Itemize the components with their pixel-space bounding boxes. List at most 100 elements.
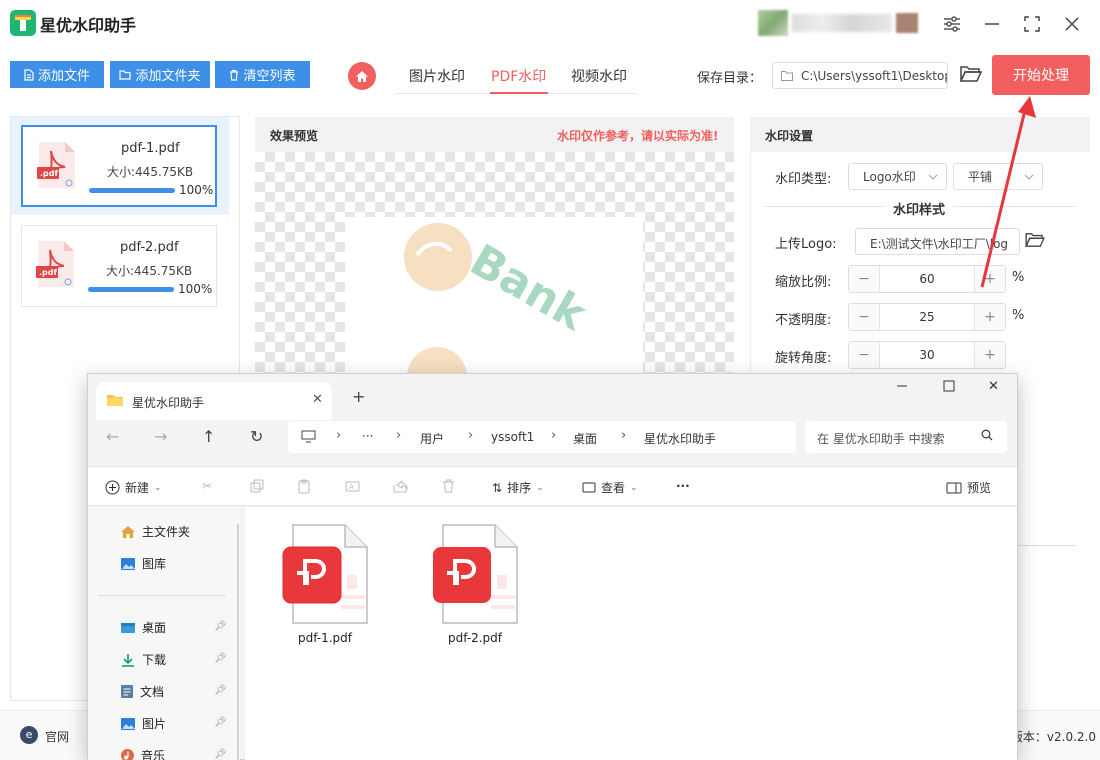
explorer-file-item[interactable]: pdf-1.pdf [277,521,373,645]
browse-folder-icon[interactable] [960,65,982,83]
maximize-icon[interactable] [1020,12,1044,36]
scale-label: 缩放比例: [775,275,832,290]
clear-list-button[interactable]: 清空列表 [215,61,310,88]
copy-icon[interactable] [250,479,264,493]
watermark-text: Bank [462,235,596,342]
sort-button[interactable]: ⇅ 排序 ⌄ [492,479,544,496]
nav-documents[interactable]: 文档 [120,683,164,700]
minimize-icon[interactable] [896,380,908,392]
add-folder-label: 添加文件夹 [135,69,201,84]
nav-gallery[interactable]: 图库 [120,555,166,572]
new-label: 新建 [125,481,150,495]
progress-bar [88,287,174,292]
rotation-increment[interactable]: + [975,342,1005,368]
progress-fill [88,287,174,292]
preview-pane-button[interactable]: 预览 [946,479,991,496]
nav-gallery-label: 图库 [142,557,167,571]
pin-icon: 📌︎ [214,749,227,760]
settings-sliders-icon[interactable] [940,12,964,36]
share-icon[interactable] [393,479,408,493]
file-name: pdf-1.pdf [121,141,180,156]
search-input[interactable]: 在 星优水印助手 中搜索 [805,421,1007,453]
document-icon [120,684,134,699]
plus-circle-icon [105,480,120,495]
opacity-stepper[interactable]: − 25 + [848,303,1006,331]
chevron-right-icon: › [621,428,627,443]
explorer-file-name: pdf-2.pdf [447,631,503,645]
annotation-arrow [970,92,1040,292]
pdf-file-icon: .pdf [36,240,76,288]
forward-arrow-icon[interactable]: → [154,427,167,446]
save-dir-value: C:\Users\yssoft1\Desktop [801,68,948,83]
rotation-value[interactable]: 30 [879,342,975,368]
breadcrumb-more[interactable]: ··· [362,429,373,443]
start-process-button[interactable]: 开始处理 [992,55,1090,95]
settings-divider [1018,545,1076,546]
home-button[interactable] [348,62,376,90]
pin-icon: 📌︎ [214,717,227,728]
minimize-icon[interactable] [980,12,1004,36]
nav-music[interactable]: 音乐 [120,747,165,760]
avatar[interactable] [758,10,788,36]
file-size: 大小:445.75KB [107,165,194,179]
back-arrow-icon[interactable]: ← [106,427,119,446]
tab-image-watermark[interactable]: 图片水印 [409,66,465,86]
cut-icon[interactable]: ✂ [202,479,212,493]
scale-value[interactable]: 60 [879,266,975,292]
file-card-2[interactable]: .pdf pdf-2.pdf 大小:445.75KB 100% [21,225,217,307]
view-button[interactable]: 查看 ⌄ [582,479,638,496]
maximize-icon[interactable] [943,380,955,392]
nav-downloads[interactable]: 下载 [120,651,166,668]
tab-pdf-watermark[interactable]: PDF水印 [491,66,546,86]
app-title: 星优水印助手 [40,16,137,35]
preview-note: 水印仅作参考，请以实际为准! [557,129,719,143]
delete-icon[interactable] [442,479,455,493]
chevron-down-icon: ⌄ [630,482,638,493]
breadcrumb-user[interactable]: yssoft1 [491,430,534,444]
more-options-button[interactable]: ··· [676,479,690,493]
file-card-1[interactable]: .pdf pdf-1.pdf 大小:445.75KB 100% [21,125,217,207]
close-icon[interactable] [1060,12,1084,36]
pictures-icon [120,717,136,731]
up-arrow-icon[interactable]: ↑ [202,427,215,446]
nav-pictures[interactable]: 图片 [120,715,166,732]
breadcrumb-folder[interactable]: 星优水印助手 [644,430,716,447]
navigation-pane: 主文件夹 图库 桌面 📌︎ 下载 📌︎ 文档 📌︎ 图片 📌︎ 音乐 📌︎ [88,507,240,760]
pin-icon: 📌︎ [214,621,227,632]
nav-desktop[interactable]: 桌面 [120,619,166,636]
save-dir-label: 保存目录： [697,71,763,86]
official-site-link[interactable]: 官网 [45,728,69,745]
explorer-file-item[interactable]: pdf-2.pdf [427,521,523,645]
preview-pane-icon [946,482,962,494]
sort-label: 排序 [507,481,532,495]
nav-scrollbar[interactable] [237,524,239,760]
rename-icon[interactable]: A [345,479,360,494]
refresh-icon[interactable]: ↻ [250,427,263,446]
breadcrumb-users[interactable]: 用户 [420,430,444,447]
close-icon[interactable]: ✕ [988,379,999,394]
opacity-increment[interactable]: + [975,304,1005,330]
rotation-decrement[interactable]: − [849,342,879,368]
opacity-unit: % [1012,308,1025,323]
file-explorer-window: 星优水印助手 ✕ + ✕ ← → ↑ ↻ › ··· › 用户 › yssoft… [87,373,1018,760]
add-folder-button[interactable]: 添加文件夹 [110,61,210,88]
trash-icon [229,69,239,81]
explorer-tab[interactable]: 星优水印助手 ✕ [96,382,332,420]
add-file-button[interactable]: 添加文件 [10,61,104,88]
breadcrumb-desktop[interactable]: 桌面 [573,430,597,447]
new-tab-button[interactable]: + [352,387,365,406]
address-bar[interactable]: › ··· › 用户 › yssoft1 › 桌面 › 星优水印助手 [288,421,796,453]
save-dir-input[interactable]: C:\Users\yssoft1\Desktop [772,62,948,89]
nav-home[interactable]: 主文件夹 [120,523,190,540]
opacity-decrement[interactable]: − [849,304,879,330]
close-tab-icon[interactable]: ✕ [312,392,323,407]
new-button[interactable]: 新建 ⌄ [105,479,162,496]
rotation-stepper[interactable]: − 30 + [848,341,1006,369]
official-site-icon[interactable]: e [20,726,38,744]
nav-documents-label: 文档 [140,685,165,699]
paste-icon[interactable] [298,479,310,494]
watermark-type-select[interactable]: Logo水印 [848,163,947,190]
scale-decrement[interactable]: − [849,266,879,292]
opacity-value[interactable]: 25 [879,304,975,330]
tab-video-watermark[interactable]: 视频水印 [571,66,627,86]
